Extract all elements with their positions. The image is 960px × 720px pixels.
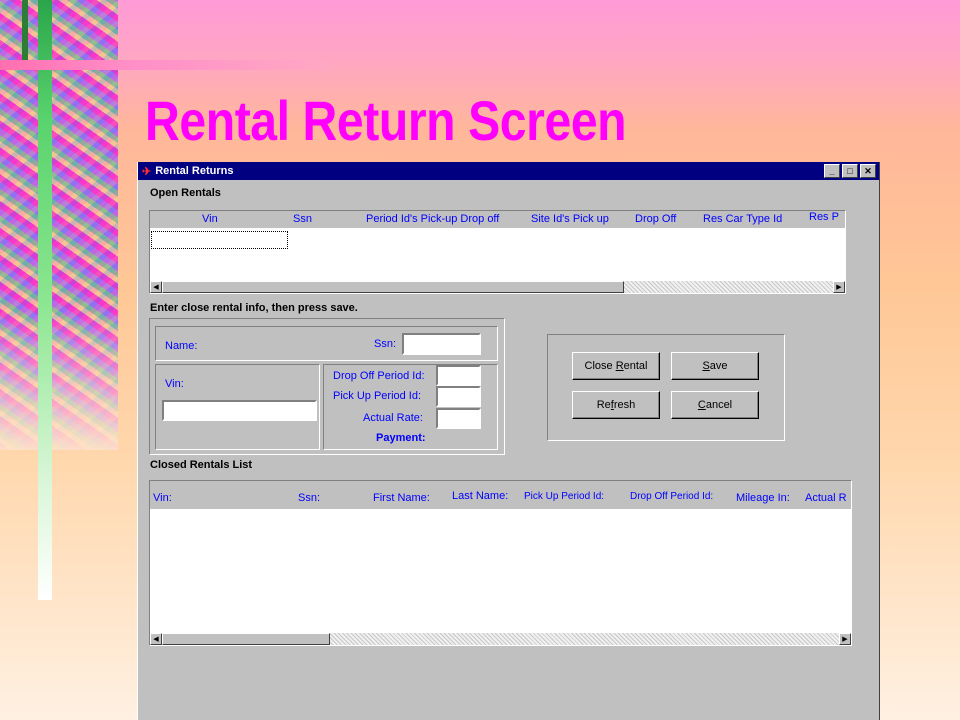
decorative-pink-bar (0, 60, 330, 70)
closed-rentals-hscrollbar[interactable]: ◀ ▶ (150, 633, 851, 645)
save-button[interactable]: Save (671, 352, 759, 380)
refresh-button[interactable]: Refresh (572, 391, 660, 419)
column-header[interactable]: Drop Off Period Id: (630, 491, 713, 502)
column-header[interactable]: Ssn (293, 213, 312, 225)
column-header[interactable]: First Name: (373, 492, 430, 504)
name-label: Name: (165, 340, 198, 352)
column-header[interactable]: Mileage In: (736, 492, 790, 504)
pick-up-period-label: Pick Up Period Id: (333, 390, 422, 402)
column-header[interactable]: Vin (202, 213, 218, 225)
closed-rentals-grid[interactable]: Vin: Ssn: First Name: Last Name: Pick Up… (149, 480, 852, 646)
open-rentals-grid[interactable]: Vin Ssn Period Id's Pick-up Drop off Sit… (149, 210, 846, 294)
car-app-icon: ✈ (142, 165, 152, 178)
closed-rentals-header: Vin: Ssn: First Name: Last Name: Pick Up… (150, 481, 851, 509)
open-rentals-label: Open Rentals (150, 187, 221, 199)
pick-up-period-input[interactable] (436, 386, 481, 407)
scroll-thumb[interactable] (162, 633, 330, 645)
open-rentals-header: Vin Ssn Period Id's Pick-up Drop off Sit… (150, 211, 845, 228)
actions-box (547, 334, 785, 441)
drop-off-period-input[interactable] (436, 365, 481, 386)
column-header[interactable]: Res P (809, 211, 839, 223)
column-header[interactable]: Vin: (153, 492, 172, 504)
scroll-right-icon[interactable]: ▶ (833, 281, 845, 293)
vin-label: Vin: (165, 378, 184, 390)
selected-cell[interactable] (151, 231, 288, 249)
column-header[interactable]: Drop Off (635, 213, 676, 225)
column-header[interactable]: Period Id's Pick-up Drop off (366, 213, 499, 225)
decorative-green-bar (38, 0, 52, 600)
scroll-thumb[interactable] (162, 281, 624, 293)
close-window-button[interactable]: ✕ (860, 164, 876, 178)
decorative-dark-bar (22, 0, 28, 60)
vin-box: Vin: (155, 364, 320, 450)
window-titlebar[interactable]: ✈ Rental Returns _ □ ✕ (138, 162, 879, 180)
ssn-label: Ssn: (374, 338, 397, 350)
column-header[interactable]: Pick Up Period Id: (524, 491, 604, 502)
column-header[interactable]: Site Id's Pick up (531, 213, 609, 225)
cancel-button[interactable]: Cancel (671, 391, 759, 419)
name-ssn-box: Name: Ssn: (155, 326, 498, 361)
column-header[interactable]: Last Name: (452, 490, 508, 502)
rental-returns-window: ✈ Rental Returns _ □ ✕ Open Rentals Vin … (137, 162, 880, 720)
ssn-input[interactable] (402, 333, 481, 355)
closed-rentals-label: Closed Rentals List (150, 459, 253, 471)
column-header[interactable]: Actual R (805, 492, 847, 504)
drop-off-period-label: Drop Off Period Id: (333, 370, 425, 382)
instructions-text: Enter close rental info, then press save… (150, 302, 358, 314)
scroll-left-icon[interactable]: ◀ (150, 633, 162, 645)
scroll-left-icon[interactable]: ◀ (150, 281, 162, 293)
actual-rate-input[interactable] (436, 408, 481, 429)
actual-rate-label: Actual Rate: (363, 412, 423, 424)
maximize-button[interactable]: □ (842, 164, 858, 178)
vin-input[interactable] (162, 400, 317, 421)
column-header[interactable]: Ssn: (298, 492, 320, 504)
close-rental-button[interactable]: Close Rental (572, 352, 660, 380)
scroll-right-icon[interactable]: ▶ (839, 633, 851, 645)
slide-title: Rental Return Screen (145, 89, 627, 152)
period-box: Drop Off Period Id: Pick Up Period Id: A… (323, 364, 498, 450)
minimize-button[interactable]: _ (824, 164, 840, 178)
column-header[interactable]: Res Car Type Id (703, 213, 782, 225)
window-title: Rental Returns (155, 165, 234, 177)
payment-label: Payment: (376, 432, 426, 444)
open-rentals-hscrollbar[interactable]: ◀ ▶ (150, 281, 845, 293)
